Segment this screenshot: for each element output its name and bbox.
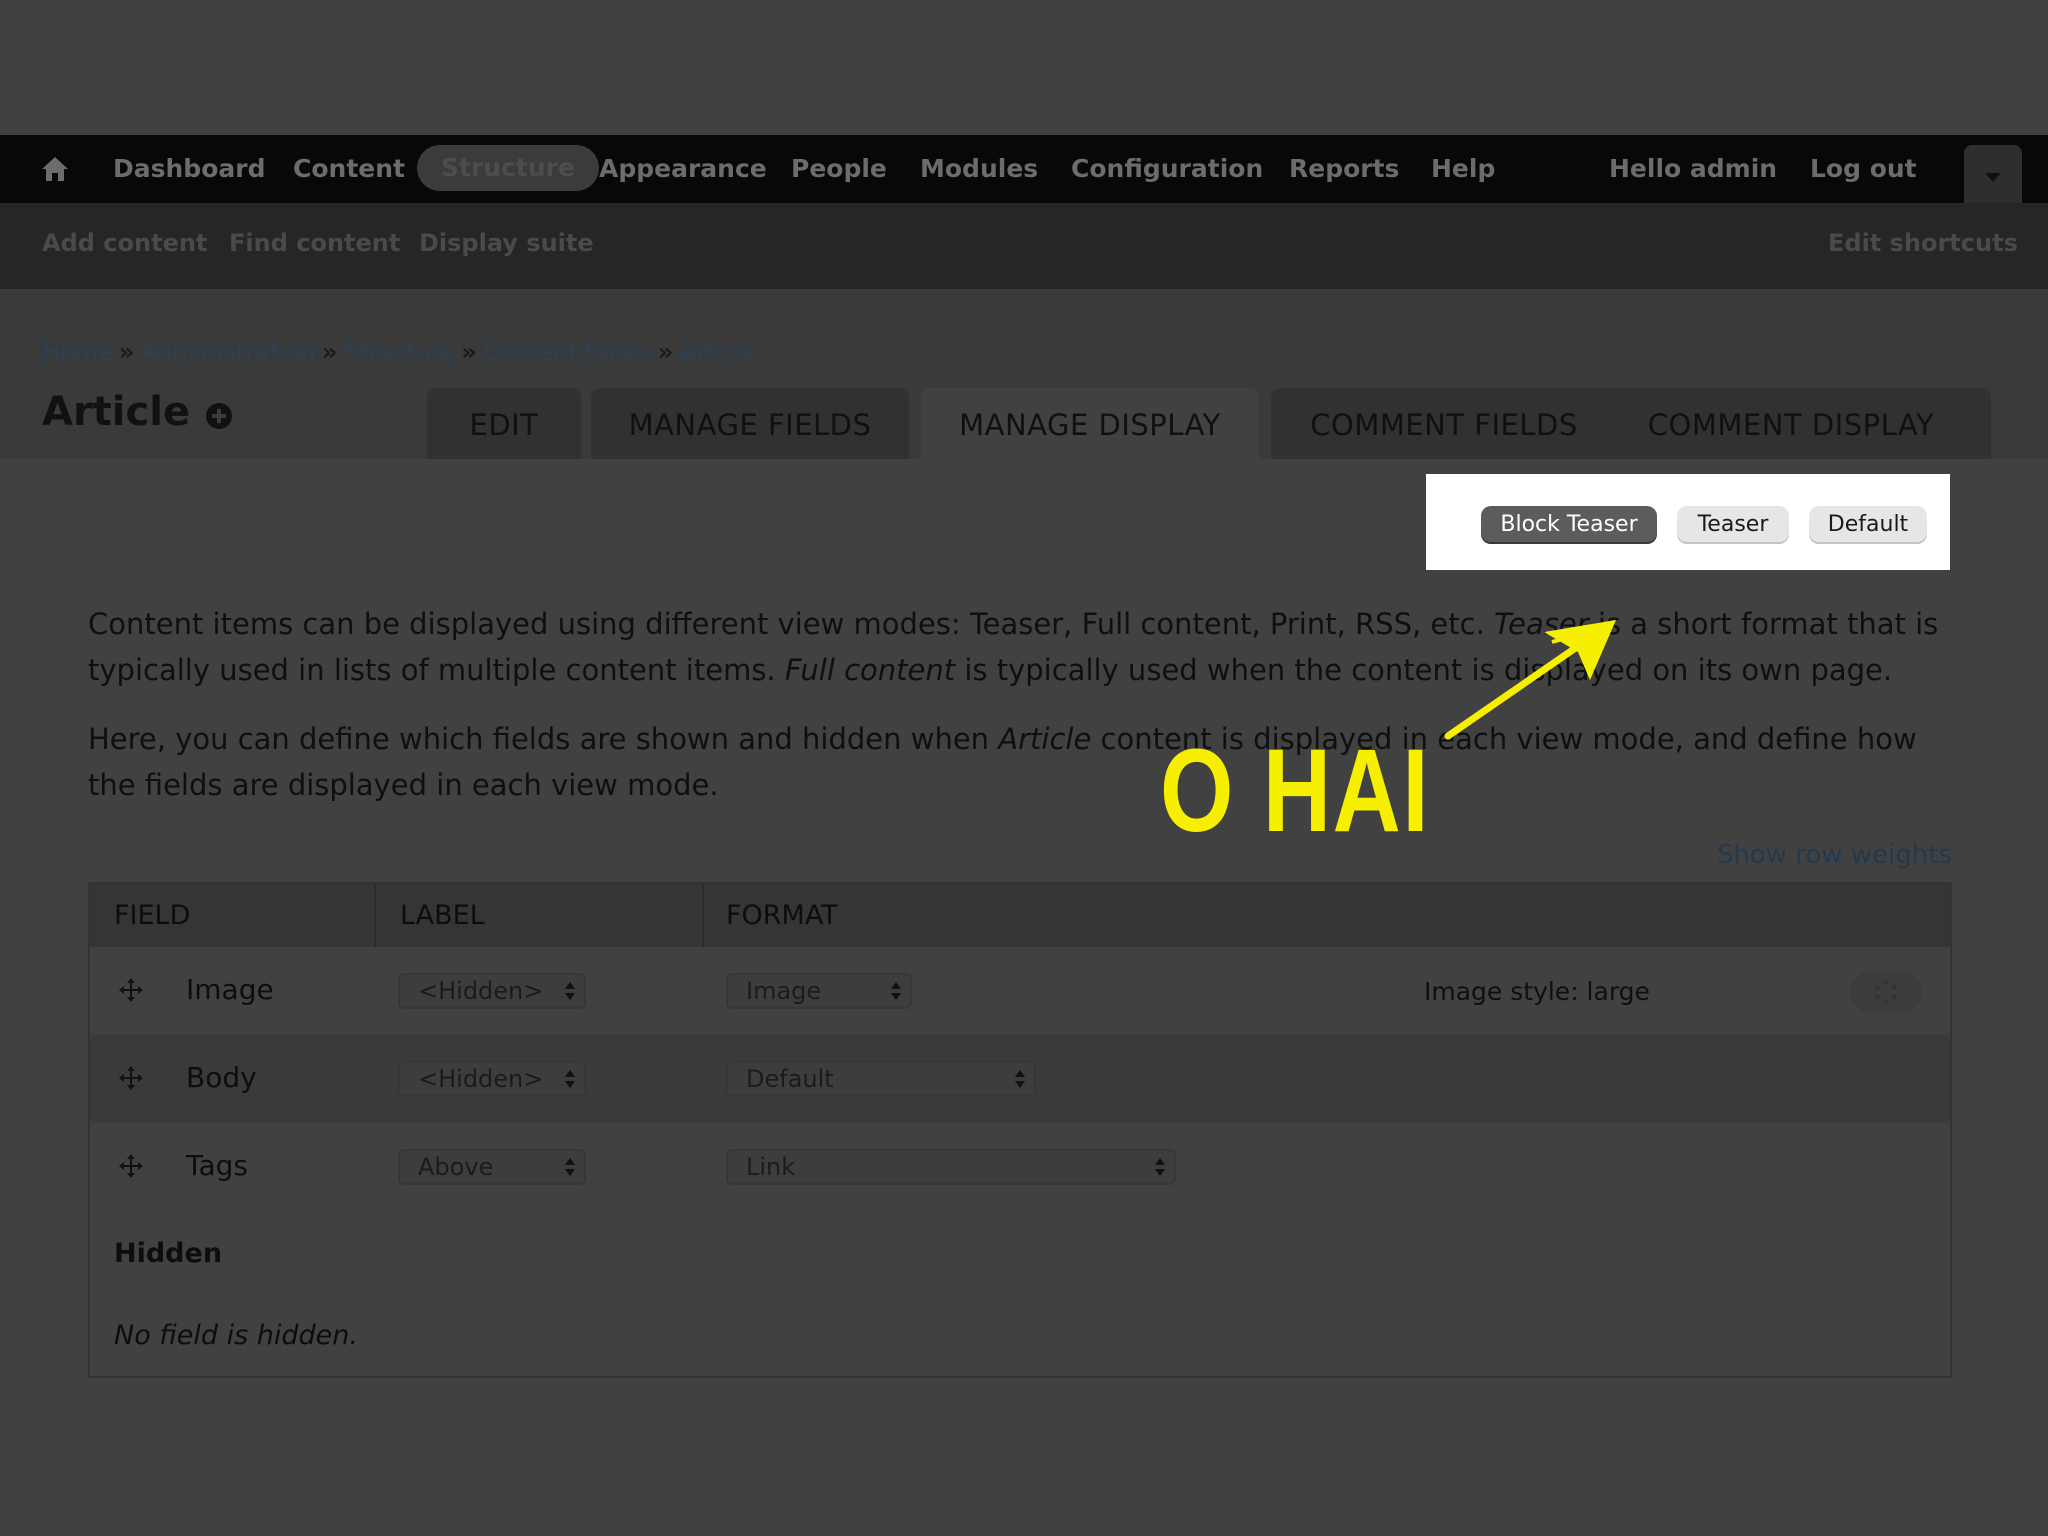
table-row: Body <Hidden> Default: [90, 1035, 1950, 1123]
table-row: Image <Hidden> Image Image style: large: [90, 947, 1950, 1035]
field-name: Body: [186, 1061, 257, 1094]
add-shortcut-icon[interactable]: [206, 403, 232, 429]
shortcut-drawer-toggle[interactable]: [1964, 145, 2022, 203]
column-divider: [374, 884, 376, 947]
description-text: Content items can be displayed using dif…: [88, 607, 1495, 641]
toolbar-item-dashboard[interactable]: Dashboard: [113, 135, 265, 203]
toolbar-item-reports[interactable]: Reports: [1289, 135, 1399, 203]
tab-manage-display[interactable]: MANAGE DISPLAY: [921, 388, 1259, 459]
breadcrumb-content-types[interactable]: Content types: [483, 338, 652, 366]
admin-toolbar: Dashboard Content Structure Appearance P…: [0, 135, 2048, 203]
format-select[interactable]: Image: [726, 973, 912, 1009]
label-select[interactable]: <Hidden>: [398, 1061, 586, 1097]
label-select-value: Above: [418, 1153, 494, 1181]
breadcrumb-structure[interactable]: Structure: [344, 338, 456, 366]
label-select[interactable]: <Hidden>: [398, 973, 586, 1009]
chevron-down-icon: [1985, 173, 2001, 182]
tab-edit[interactable]: EDIT: [427, 388, 581, 459]
breadcrumb-home[interactable]: Home: [42, 338, 113, 366]
home-icon[interactable]: [40, 155, 70, 183]
select-arrows-icon: [564, 1157, 576, 1177]
description-text: is typically used when the content is di…: [955, 653, 1893, 687]
gear-icon: [1874, 980, 1898, 1004]
shortcut-display-suite[interactable]: Display suite: [419, 203, 594, 283]
view-mode-switcher: Block Teaser Teaser Default: [1426, 474, 1950, 570]
column-header-format: FORMAT: [726, 900, 838, 931]
shortcut-bar: Add content Find content Display suite E…: [0, 203, 2048, 289]
toolbar-item-content[interactable]: Content: [293, 135, 405, 203]
view-mode-default[interactable]: Default: [1809, 506, 1927, 544]
description-emphasis: Article: [998, 722, 1092, 756]
toolbar-item-structure[interactable]: Structure: [417, 145, 599, 191]
label-select-value: <Hidden>: [418, 1065, 544, 1093]
select-arrows-icon: [890, 981, 902, 1001]
page-header: Home» Administration» Structure» Content ty…: [0, 289, 2048, 459]
select-arrows-icon: [1014, 1069, 1026, 1089]
toolbar-item-modules[interactable]: Modules: [920, 135, 1038, 203]
edit-shortcuts-link[interactable]: Edit shortcuts: [1828, 203, 2018, 283]
shortcut-find-content[interactable]: Find content: [229, 203, 400, 283]
format-select-value: Link: [746, 1153, 796, 1181]
select-arrows-icon: [1154, 1157, 1166, 1177]
field-name: Image: [186, 973, 274, 1006]
format-settings-button[interactable]: [1850, 971, 1922, 1013]
breadcrumb-article[interactable]: Article: [679, 338, 756, 366]
toolbar-item-configuration[interactable]: Configuration: [1071, 135, 1263, 203]
breadcrumb-separator: »: [322, 338, 338, 366]
drag-handle-icon[interactable]: [118, 977, 144, 1003]
field-name: Tags: [186, 1149, 248, 1182]
description-paragraph-2: Here, you can define which fields are sh…: [88, 716, 1968, 808]
breadcrumb-separator: »: [461, 338, 477, 366]
toolbar-item-appearance[interactable]: Appearance: [599, 135, 767, 203]
view-mode-block-teaser[interactable]: Block Teaser: [1481, 506, 1657, 544]
annotation-arrow-icon: [1444, 620, 1616, 740]
view-mode-teaser[interactable]: Teaser: [1677, 506, 1789, 544]
toolbar-item-help[interactable]: Help: [1431, 135, 1495, 203]
shortcut-add-content[interactable]: Add content: [42, 203, 207, 283]
description-paragraph-1: Content items can be displayed using dif…: [88, 601, 1968, 693]
annotation-text: O HAI: [1160, 725, 1431, 857]
field-display-table: FIELD LABEL FORMAT Image <Hidden> Image …: [88, 882, 1952, 1378]
table-header: FIELD LABEL FORMAT: [90, 884, 1950, 947]
drag-handle-icon[interactable]: [118, 1153, 144, 1179]
tab-comment-display[interactable]: COMMENT DISPLAY: [1591, 388, 1991, 459]
label-select-value: <Hidden>: [418, 977, 544, 1005]
format-select-value: Image: [746, 977, 822, 1005]
logout-link[interactable]: Log out: [1810, 135, 1917, 203]
description-text: Here, you can define which fields are sh…: [88, 722, 999, 756]
drag-handle-icon[interactable]: [118, 1065, 144, 1091]
breadcrumb: Home» Administration» Structure» Content ty…: [42, 338, 756, 366]
page-title: Article: [42, 389, 191, 435]
description-emphasis: Full content: [784, 653, 956, 687]
show-row-weights-link[interactable]: Show row weights: [1712, 840, 1952, 870]
hidden-region-empty-message: No field is hidden.: [114, 1320, 358, 1351]
table-row: Tags Above Link: [90, 1123, 1950, 1211]
label-select[interactable]: Above: [398, 1149, 586, 1185]
user-greeting[interactable]: Hello admin: [1609, 135, 1777, 203]
tab-comment-fields[interactable]: COMMENT FIELDS: [1271, 388, 1617, 459]
column-header-field: FIELD: [114, 900, 191, 931]
select-arrows-icon: [564, 1069, 576, 1089]
hidden-region-title: Hidden: [114, 1238, 223, 1269]
format-select-value: Default: [746, 1065, 834, 1093]
breadcrumb-separator: »: [118, 338, 135, 366]
column-header-label: LABEL: [400, 900, 485, 931]
breadcrumb-separator: »: [657, 338, 674, 366]
toolbar-item-people[interactable]: People: [791, 135, 887, 203]
format-summary: Image style: large: [1424, 977, 1650, 1006]
column-divider: [702, 884, 704, 947]
breadcrumb-administration[interactable]: Administration: [140, 338, 316, 366]
format-select[interactable]: Default: [726, 1061, 1036, 1097]
select-arrows-icon: [564, 981, 576, 1001]
tab-manage-fields[interactable]: MANAGE FIELDS: [591, 388, 909, 459]
format-select[interactable]: Link: [726, 1149, 1176, 1185]
